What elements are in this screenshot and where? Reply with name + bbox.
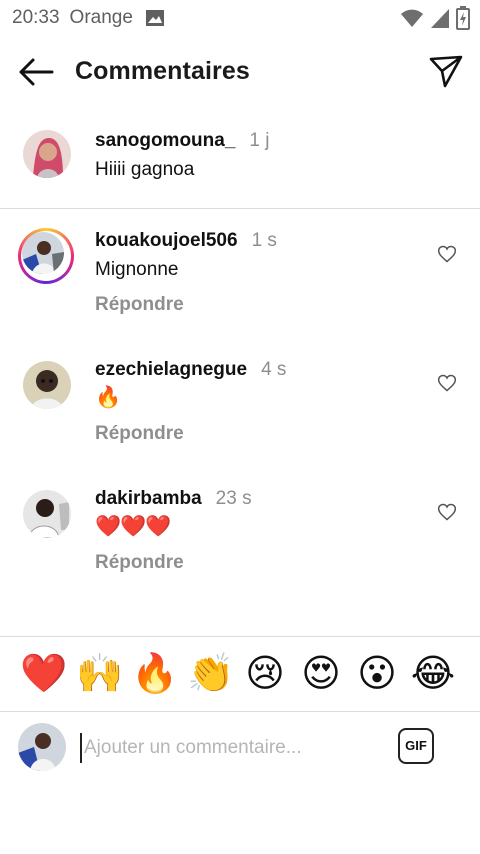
comment-text: 🔥 — [95, 386, 122, 409]
reply-button[interactable]: Répondre — [95, 294, 184, 316]
comment-username-row: kouakoujoel506 1 s — [95, 230, 277, 252]
timestamp: 1 j — [249, 130, 270, 151]
status-time: 20:33 — [12, 7, 60, 28]
heart-outline-icon[interactable] — [437, 373, 457, 393]
comment-text: Mignonne — [95, 259, 179, 280]
status-carrier: Orange — [69, 7, 133, 28]
avatar[interactable] — [23, 130, 71, 178]
timestamp: 1 s — [251, 230, 277, 251]
username[interactable]: sanogomouna_ — [95, 130, 235, 151]
emoji-heart[interactable]: ❤️ — [20, 651, 67, 695]
signal-icon — [431, 9, 449, 28]
battery-icon — [456, 6, 470, 30]
username[interactable]: kouakoujoel506 — [95, 230, 238, 251]
avatar[interactable] — [23, 361, 71, 409]
image-icon — [145, 10, 164, 26]
emoji-raising-hands[interactable]: 🙌 — [76, 651, 123, 695]
app-header: Commentaires — [0, 36, 480, 108]
emoji-quick-bar: ❤️ 🙌 🔥 👏 😢 😍 😮 😂 — [0, 636, 480, 712]
emoji-heart-eyes[interactable]: 😍 — [298, 651, 344, 695]
timestamp: 23 s — [215, 488, 252, 509]
avatar — [18, 723, 66, 771]
reply-button[interactable]: Répondre — [95, 423, 184, 445]
wifi-icon — [401, 9, 423, 27]
comment-username-row: dakirbamba 23 s — [95, 488, 252, 510]
status-bar: 20:33 Orange — [0, 0, 480, 36]
page-title: Commentaires — [75, 57, 250, 85]
emoji-fire[interactable]: 🔥 — [131, 651, 178, 695]
heart-outline-icon[interactable] — [437, 244, 457, 264]
back-arrow-icon[interactable] — [16, 56, 56, 88]
emoji-crying[interactable]: 😢 — [242, 651, 288, 695]
caption-username[interactable]: sanogomouna_ 1 j — [95, 130, 269, 152]
comment-input[interactable] — [80, 733, 386, 763]
emoji-laughing[interactable]: 😂 — [410, 651, 456, 695]
username[interactable]: ezechielagnegue — [95, 359, 247, 380]
caption-text: Hiiii gagnoa — [95, 159, 195, 180]
avatar[interactable] — [23, 490, 71, 538]
comment-text: ❤️❤️❤️ — [95, 515, 171, 538]
username[interactable]: dakirbamba — [95, 488, 202, 509]
heart-outline-icon[interactable] — [437, 502, 457, 522]
avatar-story-ring[interactable] — [18, 228, 74, 284]
caption: sanogomouna_ 1 j Hiiii gagnoa — [0, 108, 480, 209]
gif-button[interactable]: GIF — [398, 728, 434, 764]
emoji-clapping[interactable]: 👏 — [187, 651, 234, 695]
comment-username-row: ezechielagnegue 4 s — [95, 359, 286, 381]
timestamp: 4 s — [261, 359, 287, 380]
reply-button[interactable]: Répondre — [95, 552, 184, 574]
comment-composer: GIF — [0, 711, 480, 781]
emoji-surprised[interactable]: 😮 — [354, 651, 400, 695]
avatar — [22, 232, 64, 274]
send-icon[interactable] — [428, 53, 464, 89]
